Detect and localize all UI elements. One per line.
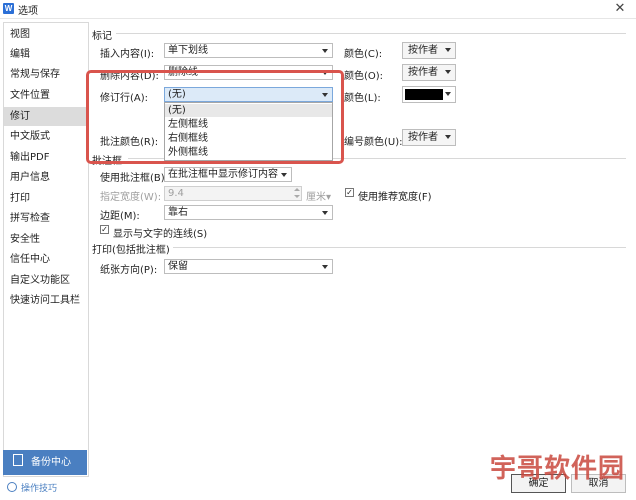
sidebar-item-general-save[interactable]: 常规与保存 (4, 65, 88, 84)
width-unit: 厘米▾ (306, 192, 332, 203)
sidebar-item-trust-center[interactable]: 信任中心 (4, 250, 88, 269)
close-icon[interactable]: ✕ (612, 0, 628, 18)
insert-content-select[interactable]: 单下划线 (164, 43, 333, 58)
show-lines-checkbox[interactable]: ✓ (100, 225, 109, 234)
window-title: 选项 (18, 6, 38, 17)
insert-color-value: 按作者 (408, 45, 438, 56)
insert-color-select[interactable]: 按作者 (402, 42, 456, 59)
backup-icon (13, 454, 23, 466)
orientation-label: 纸张方向(P): (100, 265, 158, 276)
width-spinner[interactable]: 9.4 (164, 186, 302, 201)
watermark-logo: 宇哥软件园 (490, 454, 626, 484)
sidebar-item-edit[interactable]: 编辑 (4, 45, 88, 64)
width-label: 指定宽度(W): (100, 192, 162, 203)
sidebar-item-output-pdf[interactable]: 输出PDF (4, 148, 88, 167)
orientation-select[interactable]: 保留 (164, 259, 333, 274)
margin-select[interactable]: 靠右 (164, 205, 333, 220)
revision-line-color-select[interactable] (402, 86, 456, 103)
use-balloon-label: 使用批注框(B): (100, 173, 169, 184)
sidebar-item-quick-access-toolbar[interactable]: 快速访问工具栏 (4, 291, 88, 310)
number-color-select[interactable]: 按作者 (402, 129, 456, 146)
chevron-down-icon (322, 265, 328, 269)
title-bar: W 选项 ✕ (0, 0, 636, 19)
sidebar-item-view[interactable]: 视图 (4, 25, 88, 44)
highlight-annotation (86, 70, 344, 164)
sidebar-item-print[interactable]: 打印 (4, 189, 88, 208)
sidebar: 视图 编辑 常规与保存 文件位置 修订 中文版式 输出PDF 用户信息 打印 拼… (3, 22, 89, 477)
backup-center-label: 备份中心 (31, 457, 71, 468)
spinner-arrows-icon[interactable] (294, 188, 300, 199)
marks-group-line (116, 33, 626, 34)
use-balloon-value: 在批注框中显示修订内容 (168, 169, 278, 180)
insert-content-value: 单下划线 (168, 45, 208, 56)
chevron-down-icon (322, 211, 328, 215)
number-color-label: 编号颜色(U): (344, 137, 403, 148)
tips-label: 操作技巧 (21, 484, 58, 494)
tips-icon (7, 482, 17, 492)
chevron-down-icon (445, 92, 451, 96)
recommend-width-checkbox[interactable]: ✓ (345, 188, 354, 197)
margin-label: 边距(M): (100, 211, 140, 222)
chevron-down-icon (281, 173, 287, 177)
chevron-down-icon (445, 135, 451, 139)
chevron-down-icon (322, 49, 328, 53)
number-color-value: 按作者 (408, 132, 438, 143)
insert-content-label: 插入内容(I): (100, 49, 155, 60)
show-lines-label: 显示与文字的连线(S) (113, 229, 208, 240)
delete-color-label: 颜色(O): (344, 71, 384, 82)
wps-app-icon: W (3, 3, 14, 14)
chevron-down-icon (445, 48, 451, 52)
width-value: 9.4 (168, 188, 184, 199)
recommend-width-label: 使用推荐宽度(F) (358, 192, 432, 203)
backup-center-button[interactable]: 备份中心 (3, 450, 87, 475)
marks-group-title: 标记 (92, 27, 115, 42)
orientation-value: 保留 (168, 261, 188, 272)
sidebar-item-spell-check[interactable]: 拼写检查 (4, 209, 88, 228)
sidebar-item-user-info[interactable]: 用户信息 (4, 168, 88, 187)
sidebar-item-chinese-layout[interactable]: 中文版式 (4, 127, 88, 146)
chevron-down-icon (445, 70, 451, 74)
sidebar-item-revision[interactable]: 修订 (4, 107, 88, 126)
tips-link[interactable]: 操作技巧 (7, 481, 57, 494)
sidebar-item-custom-ribbon[interactable]: 自定义功能区 (4, 271, 88, 290)
color-swatch (405, 89, 443, 100)
print-group-title: 打印(包括批注框) (92, 241, 173, 256)
margin-value: 靠右 (168, 207, 188, 218)
sidebar-item-security[interactable]: 安全性 (4, 230, 88, 249)
delete-color-value: 按作者 (408, 67, 438, 78)
delete-color-select[interactable]: 按作者 (402, 64, 456, 81)
insert-color-label: 颜色(C): (344, 49, 383, 60)
sidebar-item-file-location[interactable]: 文件位置 (4, 86, 88, 105)
print-group-line (166, 247, 626, 248)
revision-line-color-label: 颜色(L): (344, 93, 381, 104)
use-balloon-select[interactable]: 在批注框中显示修订内容 (164, 167, 292, 182)
